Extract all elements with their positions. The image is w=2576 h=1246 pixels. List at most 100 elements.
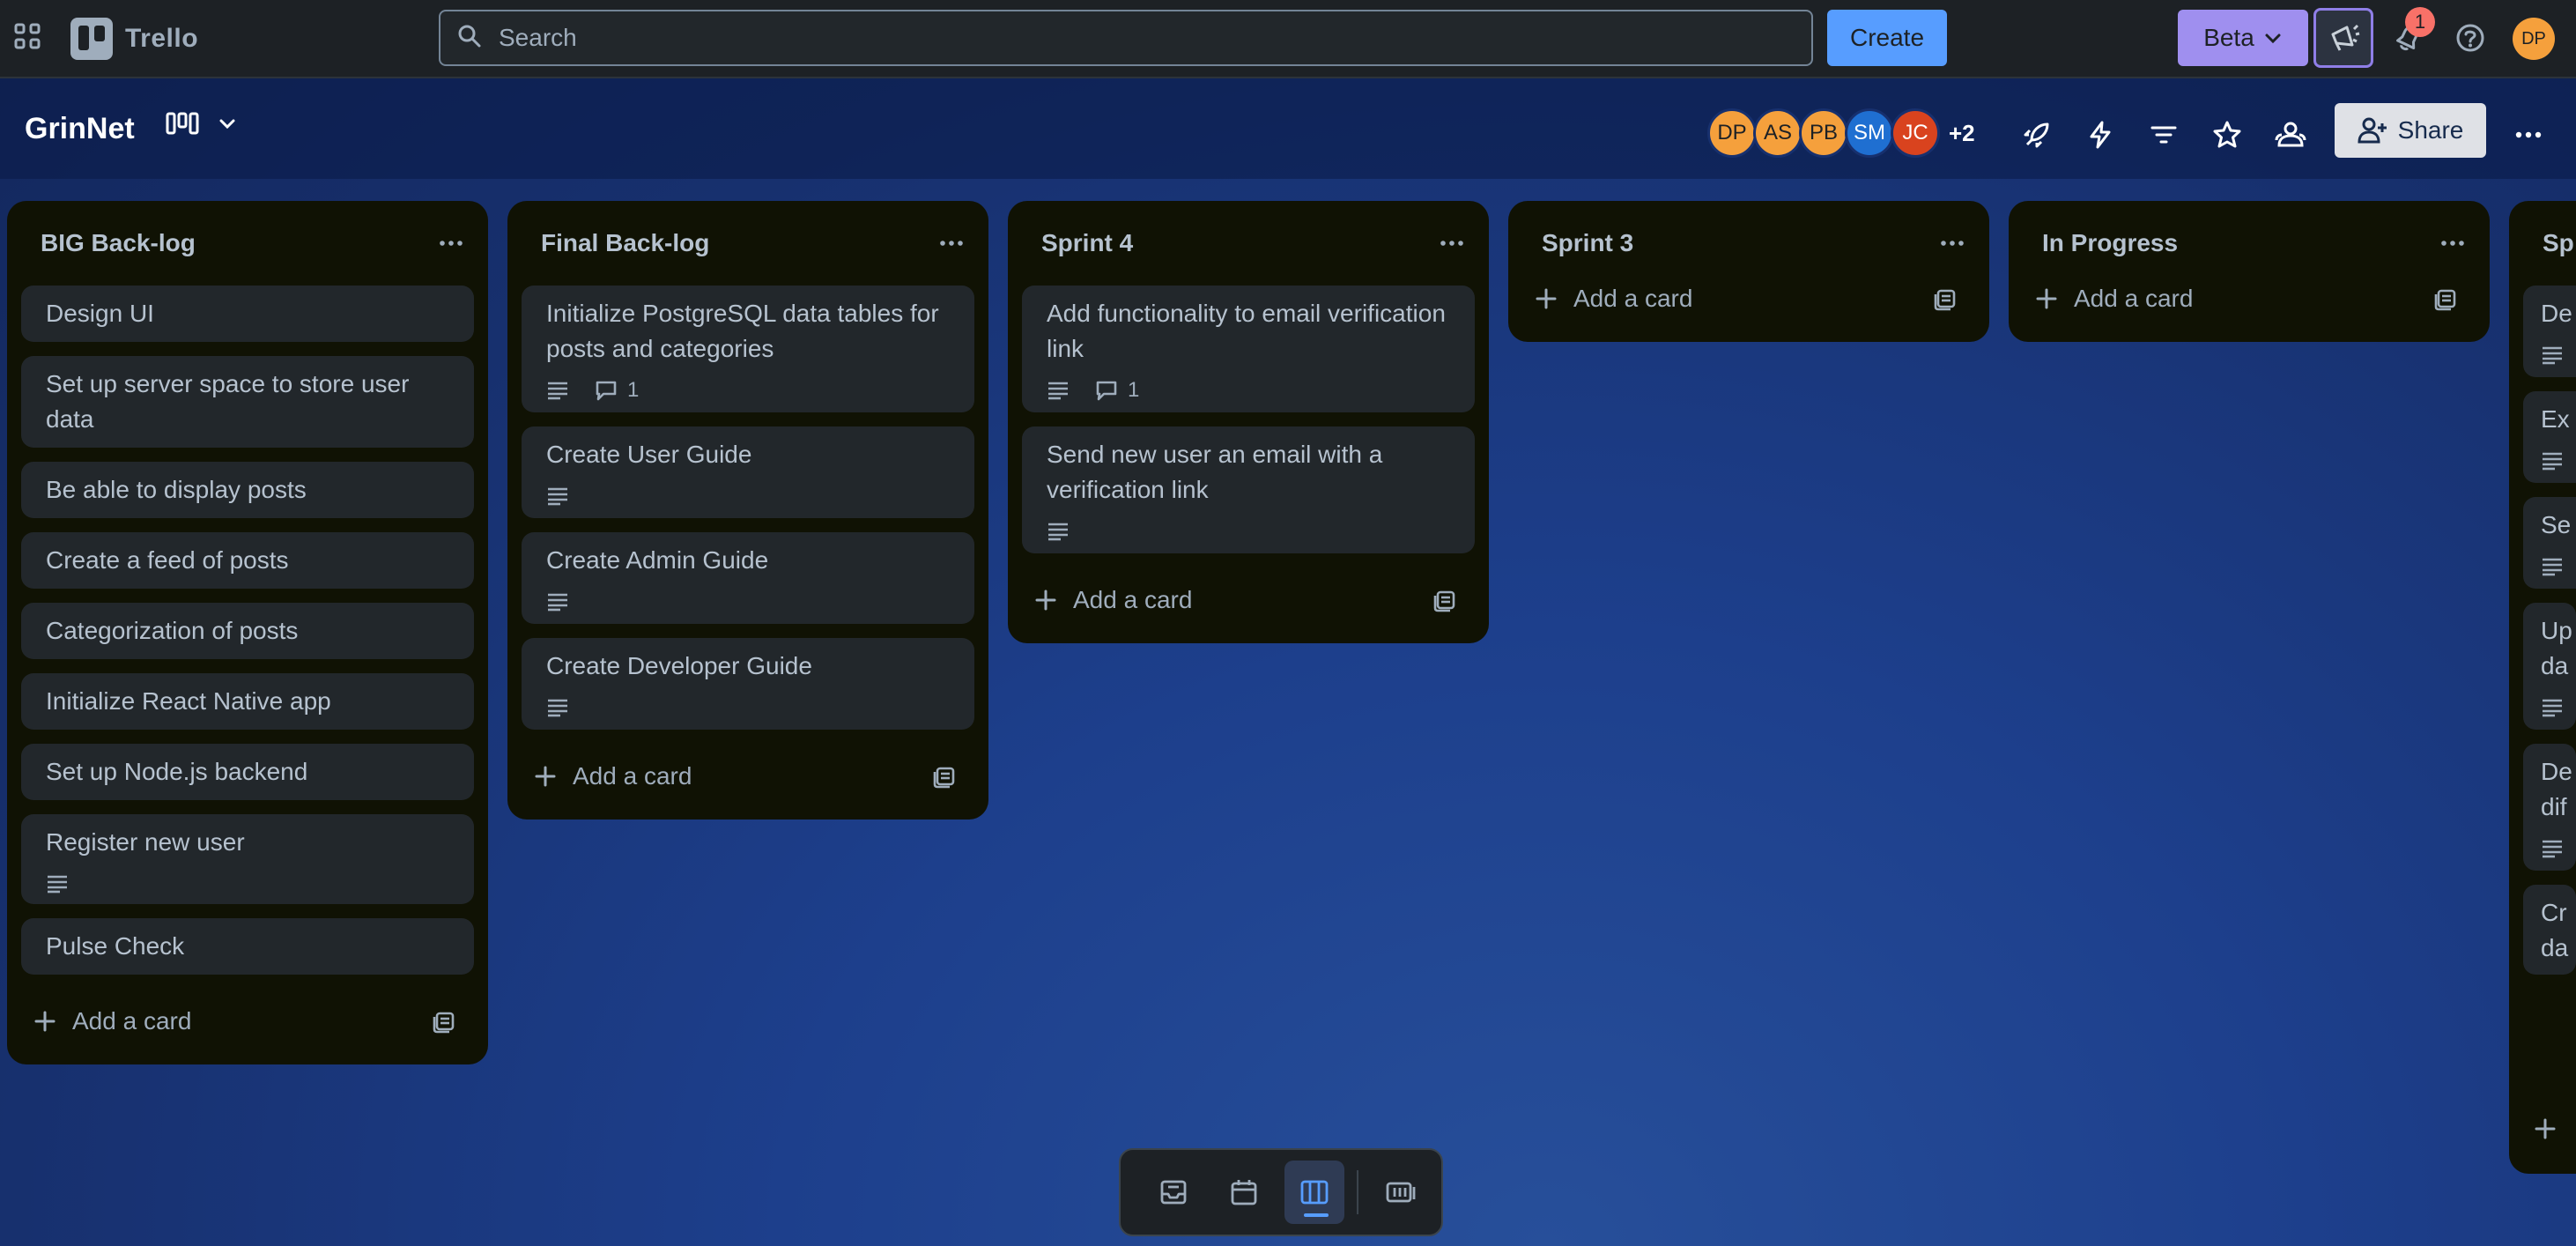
card[interactable]: Create User Guide [522, 426, 974, 518]
card[interactable]: Categorization of posts [21, 603, 474, 659]
account-avatar[interactable]: DP [2513, 18, 2555, 60]
card-template-icon[interactable] [432, 1008, 458, 1035]
more-icon [2515, 131, 2542, 138]
search-box[interactable] [439, 10, 1813, 66]
trello-logo-icon [70, 18, 113, 60]
inbox-view-button[interactable] [1144, 1161, 1203, 1224]
switch-boards-button[interactable] [1371, 1161, 1431, 1224]
search-input[interactable] [497, 23, 1811, 53]
card[interactable]: Cr da [2523, 885, 2576, 975]
card[interactable]: Design UI [21, 286, 474, 342]
list-menu-icon[interactable] [435, 227, 467, 259]
card[interactable]: Se [2523, 497, 2576, 589]
card[interactable]: De [2523, 286, 2576, 377]
card[interactable]: Pulse Check [21, 918, 474, 975]
search-icon [456, 23, 483, 54]
trello-logo[interactable]: Trello [70, 18, 198, 60]
add-card-button[interactable]: Add a card [21, 989, 474, 1054]
list-title[interactable]: Final Back-log [541, 229, 709, 257]
list-sprint-3[interactable]: Sprint 3 Add a card [1508, 201, 1989, 342]
share-button[interactable]: Share [2335, 103, 2486, 158]
help-button[interactable] [2451, 19, 2490, 57]
calendar-icon [1231, 1180, 1257, 1205]
member-avatar[interactable]: DP [1707, 108, 1757, 158]
board-title[interactable]: GrinNet [25, 112, 135, 146]
card[interactable]: De dif [2523, 744, 2576, 871]
card[interactable]: Initialize PostgreSQL data tables for po… [522, 286, 974, 412]
filter-button[interactable] [2144, 115, 2183, 154]
card[interactable]: Set up server space to store user data [21, 356, 474, 448]
beta-label: Beta [2203, 24, 2254, 51]
list-title[interactable]: In Progress [2042, 229, 2178, 257]
card[interactable]: Set up Node.js backend [21, 744, 474, 800]
card[interactable]: Be able to display posts [21, 462, 474, 518]
board-view-icon [166, 112, 199, 135]
beta-button[interactable]: Beta [2178, 10, 2308, 66]
board-members[interactable]: DP AS PB SM JC +2 [1707, 108, 1975, 158]
notification-count-badge: 1 [2405, 7, 2435, 37]
list-title[interactable]: Sp [2543, 229, 2574, 257]
board-menu-button[interactable] [2509, 115, 2548, 154]
card-title: Create Admin Guide [546, 546, 769, 574]
card-template-icon[interactable] [1432, 587, 1459, 613]
card[interactable]: Register new user [21, 814, 474, 904]
card-badges: 1 [546, 377, 950, 404]
visibility-button[interactable] [2271, 115, 2310, 154]
card-template-icon[interactable] [1933, 286, 1959, 312]
app-name: Trello [125, 24, 199, 53]
board-columns-icon [1300, 1180, 1329, 1205]
add-card-label: Add a card [1073, 586, 1193, 613]
board-view-button[interactable] [1284, 1161, 1345, 1224]
whats-new-button[interactable] [2313, 8, 2373, 68]
board-view-switcher[interactable] [166, 110, 238, 137]
calendar-view-button[interactable] [1214, 1161, 1274, 1224]
list-title[interactable]: Sprint 4 [1041, 229, 1133, 257]
app-switcher-icon[interactable] [12, 21, 44, 53]
card-title: Initialize React Native app [46, 687, 331, 715]
inbox-icon [1160, 1180, 1187, 1205]
add-card-button[interactable] [2534, 1117, 2557, 1145]
plus-icon [535, 766, 556, 787]
list-menu-icon[interactable] [936, 227, 967, 259]
list-title[interactable]: Sprint 3 [1542, 229, 1633, 257]
card-template-icon[interactable] [932, 763, 959, 790]
list-partial[interactable]: Sp De Ex Se Up da De dif Cr da [2509, 201, 2576, 1174]
list-menu-icon[interactable] [1436, 227, 1468, 259]
power-ups-button[interactable] [2017, 115, 2056, 154]
list-menu-icon[interactable] [1936, 227, 1968, 259]
description-badge [1047, 381, 1070, 400]
add-card-button[interactable]: Add a card [522, 744, 974, 809]
list-big-back-log[interactable]: BIG Back-log Design UI Set up server spa… [7, 201, 488, 1064]
list-title[interactable]: BIG Back-log [41, 229, 196, 257]
card-title: Cr da [2541, 899, 2569, 961]
list-in-progress[interactable]: In Progress Add a card [2009, 201, 2490, 342]
card[interactable]: Add functionality to email verification … [1022, 286, 1475, 412]
card-title: Send new user an email with a verificati… [1047, 441, 1383, 503]
plus-icon [2036, 288, 2057, 309]
member-avatar[interactable]: SM [1845, 108, 1894, 158]
add-card-button[interactable]: Add a card [1022, 567, 1475, 633]
card[interactable]: Up da [2523, 603, 2576, 730]
card[interactable]: Ex [2523, 391, 2576, 483]
card[interactable]: Send new user an email with a verificati… [1022, 426, 1475, 553]
automation-button[interactable] [2081, 115, 2120, 154]
member-avatar[interactable]: JC [1891, 108, 1940, 158]
card[interactable]: Create Developer Guide [522, 638, 974, 730]
list-sprint-4[interactable]: Sprint 4 Add functionality to email veri… [1008, 201, 1489, 643]
create-button[interactable]: Create [1827, 10, 1947, 66]
list-menu-icon[interactable] [2437, 227, 2469, 259]
card-title: Be able to display posts [46, 476, 307, 503]
star-button[interactable] [2208, 115, 2247, 154]
card[interactable]: Create Admin Guide [522, 532, 974, 624]
description-badge [2541, 698, 2564, 717]
list-final-back-log[interactable]: Final Back-log Initialize PostgreSQL dat… [507, 201, 988, 820]
card-template-icon[interactable] [2433, 286, 2460, 312]
member-avatar[interactable]: AS [1753, 108, 1802, 158]
card-badges [1047, 518, 1450, 545]
card[interactable]: Create a feed of posts [21, 532, 474, 589]
card[interactable]: Initialize React Native app [21, 673, 474, 730]
add-card-button[interactable]: Add a card [1522, 266, 1975, 331]
more-members-count[interactable]: +2 [1949, 120, 1975, 147]
member-avatar[interactable]: PB [1799, 108, 1848, 158]
add-card-button[interactable]: Add a card [2023, 266, 2476, 331]
